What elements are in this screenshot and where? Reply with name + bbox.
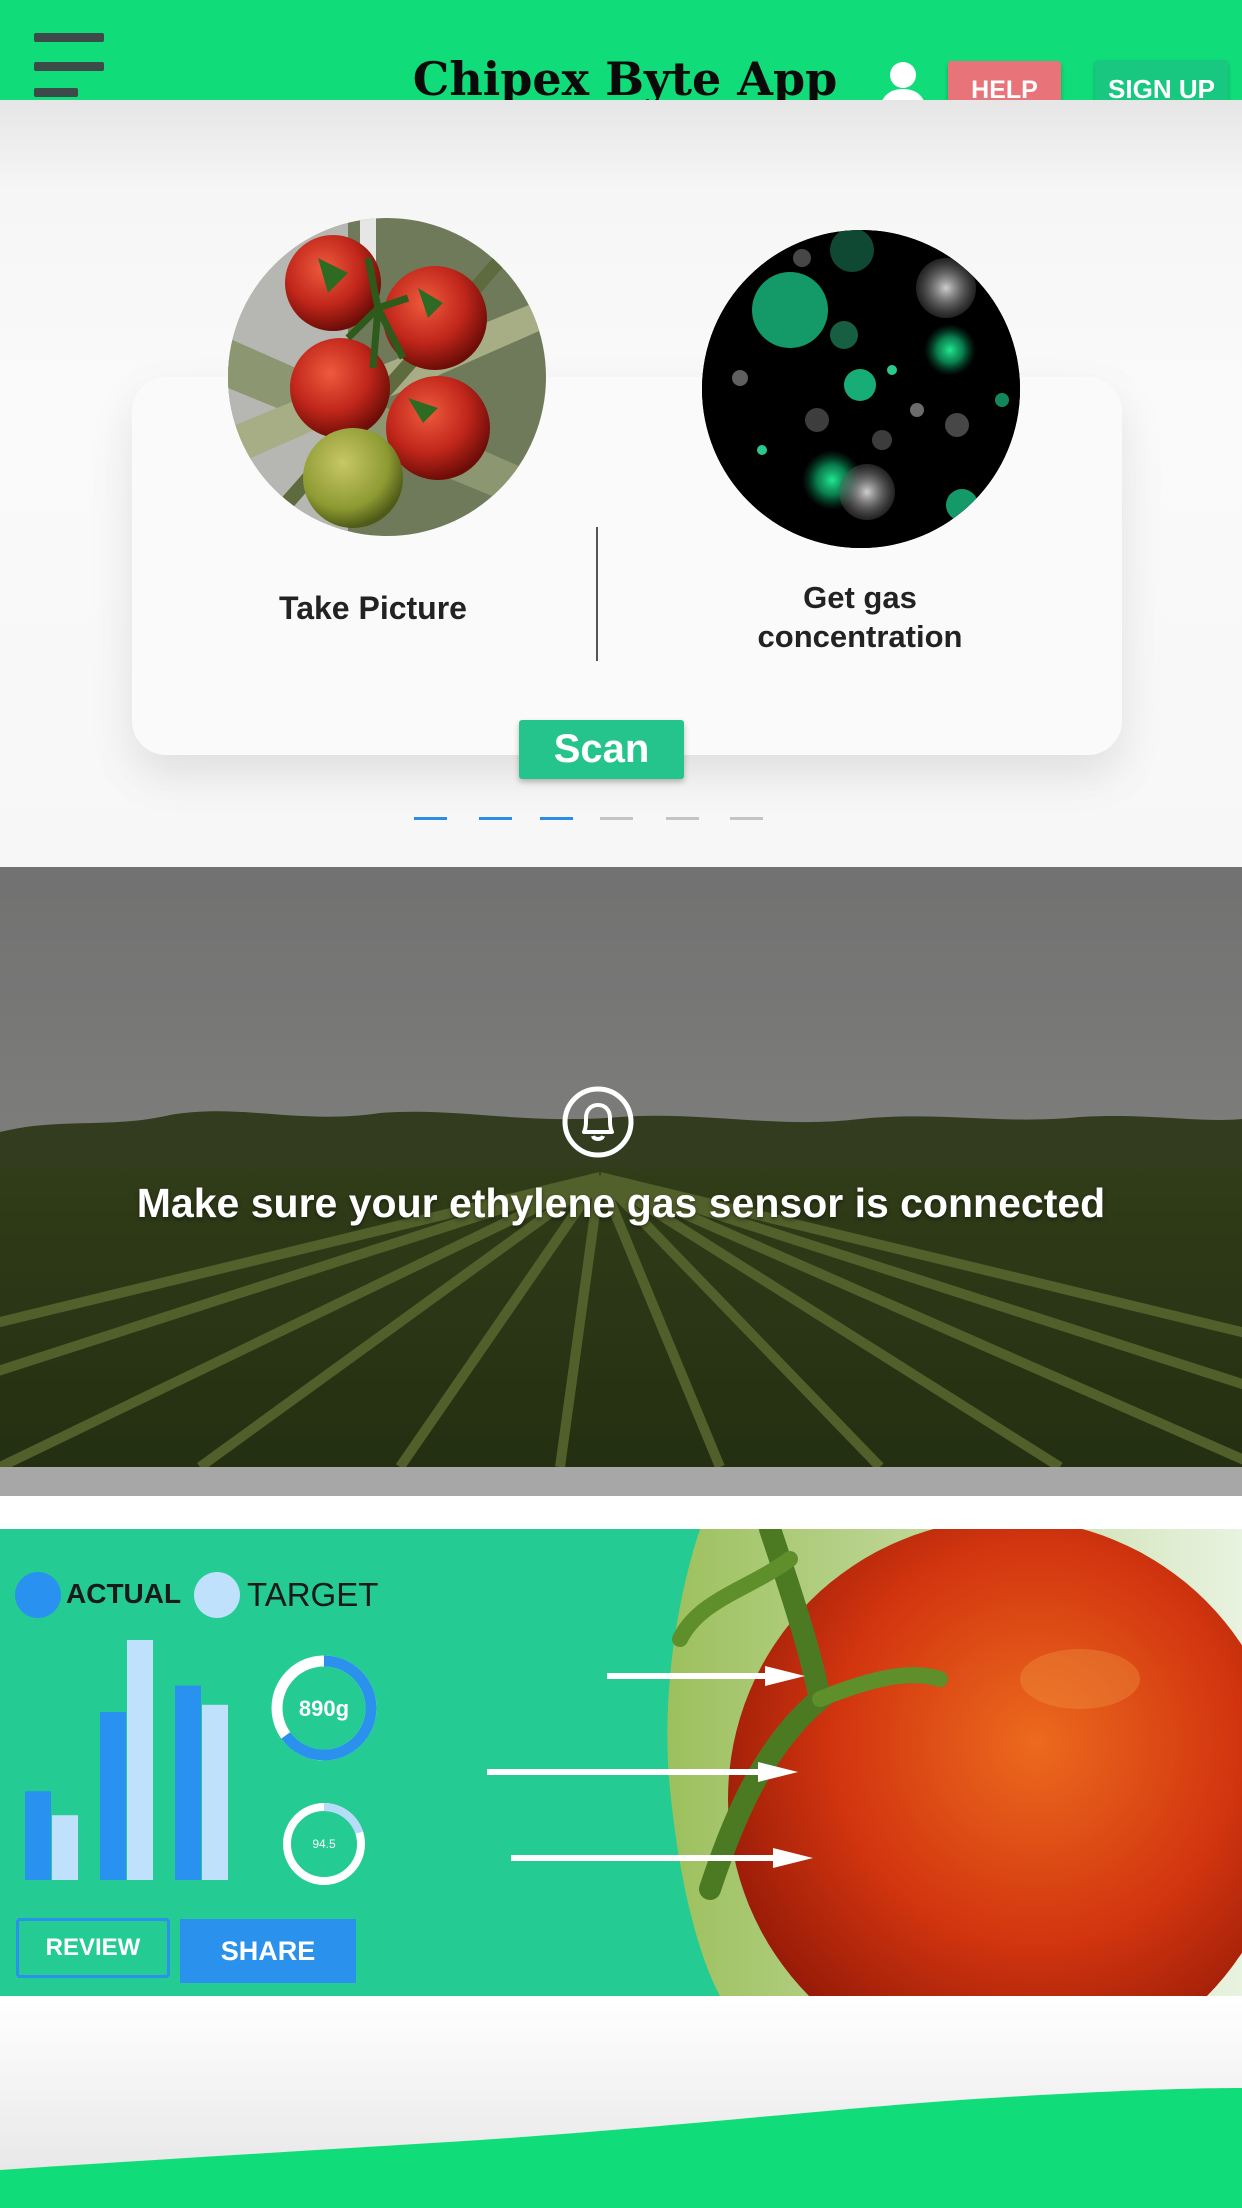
score-ring-chart: 94.5	[283, 1803, 365, 1885]
carousel-dot-6[interactable]	[730, 817, 763, 820]
score-value: 94.5	[312, 1837, 336, 1851]
footer-wave	[0, 2000, 1242, 2208]
actual-vs-target-bar-chart	[25, 1640, 228, 1880]
gas-concentration-label: Get gas concentration	[757, 580, 963, 654]
legend-actual-swatch	[15, 1572, 61, 1618]
app-title: Chipex Byte App	[412, 52, 838, 106]
legend-actual-label: ACTUAL	[66, 1578, 182, 1609]
bar-actual-2	[100, 1712, 126, 1880]
bar-target-1	[52, 1815, 78, 1880]
carousel-dot-1[interactable]	[414, 817, 447, 820]
scan-button[interactable]: Scan	[519, 720, 684, 779]
carousel-dot-2[interactable]	[479, 817, 512, 820]
legend-target-label: TARGET	[247, 1576, 379, 1613]
bell-icon	[562, 1086, 634, 1158]
bar-actual-1	[25, 1791, 51, 1880]
hamburger-menu-icon[interactable]	[34, 30, 106, 100]
gas-particles-photo[interactable]	[702, 230, 1020, 548]
take-picture-label: Take Picture	[279, 590, 467, 626]
card-divider	[596, 527, 598, 661]
carousel-dot-3[interactable]	[540, 817, 573, 820]
banner-bottom-strip	[0, 1467, 1242, 1496]
bar-target-2	[127, 1640, 153, 1880]
bar-target-3	[202, 1704, 228, 1880]
arrow-right-icons	[487, 1666, 813, 1868]
review-button[interactable]: REVIEW	[16, 1918, 170, 1978]
legend-target-swatch	[194, 1572, 240, 1618]
bar-actual-3	[175, 1685, 201, 1880]
tomato-vine-photo[interactable]	[228, 218, 546, 536]
carousel-dot-5[interactable]	[666, 817, 699, 820]
share-button[interactable]: SHARE	[180, 1919, 356, 1983]
weight-value: 890g	[299, 1696, 349, 1721]
weight-ring-chart: 890g	[271, 1655, 377, 1761]
carousel-dot-4[interactable]	[600, 817, 633, 820]
crop-field-photo	[0, 867, 1242, 1467]
sensor-connection-message: Make sure your ethylene gas sensor is co…	[136, 1180, 1106, 1226]
